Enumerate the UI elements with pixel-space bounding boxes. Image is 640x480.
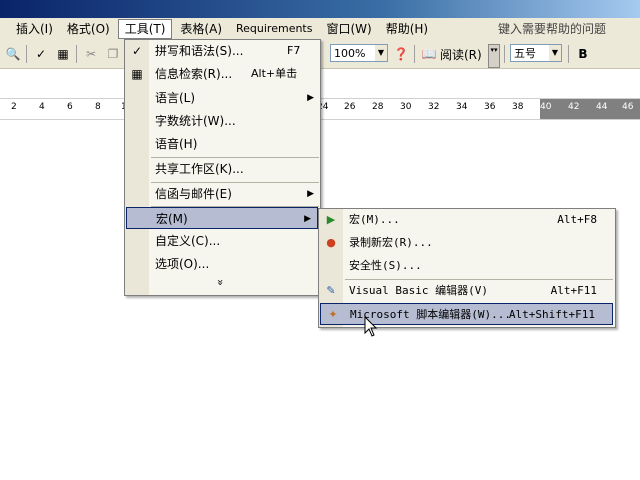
ruler-tick: 8 bbox=[95, 102, 101, 112]
ruler-tick: 26 bbox=[344, 102, 356, 112]
menu-item-label: 自定义(C)... bbox=[155, 234, 221, 248]
menu-item-label: 拼写和语法(S)... bbox=[155, 44, 244, 58]
menu-insert[interactable]: 插入(I) bbox=[10, 19, 59, 39]
menu-item-shared-workspace[interactable]: 共享工作区(K)... bbox=[125, 158, 320, 180]
font-size-select[interactable]: 五号 ▼ bbox=[510, 44, 562, 62]
menu-item-options[interactable]: 选项(O)... bbox=[125, 253, 320, 275]
menu-item-label: 安全性(S)... bbox=[349, 259, 422, 272]
ruler-tick: 44 bbox=[596, 102, 608, 112]
menu-tools[interactable]: 工具(T) bbox=[117, 19, 173, 39]
play-icon: ▶ bbox=[326, 213, 336, 226]
menu-item-customize[interactable]: 自定义(C)... bbox=[125, 230, 320, 252]
menu-item-shortcut: Alt+Shift+F11 bbox=[508, 308, 595, 321]
record-icon: ● bbox=[326, 236, 336, 249]
ruler-tick: 28 bbox=[372, 102, 384, 112]
menu-item-shortcut: Alt+F11 bbox=[550, 284, 597, 297]
expand-menu-icon[interactable]: » bbox=[214, 279, 227, 286]
menu-item-spelling[interactable]: ✓ 拼写和语法(S)... F7 bbox=[125, 40, 320, 62]
ruler-tick: 32 bbox=[428, 102, 440, 112]
zoom-select[interactable]: 100% ▼ bbox=[330, 44, 388, 62]
submenu-arrow-icon: ▶ bbox=[307, 189, 314, 199]
macro-submenu: ▶ 宏(M)... Alt+F8 ● 录制新宏(R)... 安全性(S)... … bbox=[318, 208, 616, 328]
toolbar-separator bbox=[26, 45, 27, 63]
help-search-box[interactable]: 键入需要帮助的问题 bbox=[498, 20, 606, 37]
cut-icon[interactable]: ✂ bbox=[82, 45, 100, 63]
chevron-down-icon[interactable]: ▼ bbox=[549, 45, 561, 61]
copy-icon[interactable]: ❐ bbox=[104, 45, 122, 63]
menu-item-label: 选项(O)... bbox=[155, 257, 210, 271]
read-mode-button[interactable]: 阅读(R) bbox=[440, 46, 482, 63]
ruler-tick: 2 bbox=[11, 102, 17, 112]
script-editor-icon: ✦ bbox=[328, 308, 338, 321]
ruler-tick: 46 bbox=[622, 102, 634, 112]
spell-check-icon: ✓ bbox=[131, 44, 143, 58]
font-size-value: 五号 bbox=[514, 47, 536, 60]
spell-check-icon[interactable]: ✓ bbox=[32, 45, 50, 63]
tools-menu: ✓ 拼写和语法(S)... F7 ▦ 信息检索(R)... Alt+单击 语言(… bbox=[124, 39, 321, 296]
ruler-tick: 36 bbox=[484, 102, 496, 112]
read-mode-icon[interactable]: 📖 bbox=[420, 45, 438, 63]
toolbar-separator bbox=[568, 45, 569, 63]
menu-item-label: 语音(H) bbox=[155, 137, 198, 151]
ruler-tick: 6 bbox=[67, 102, 73, 112]
menu-item-research[interactable]: ▦ 信息检索(R)... Alt+单击 bbox=[125, 63, 320, 85]
menu-item-label: 宏(M) bbox=[156, 212, 188, 226]
menu-item-label: 字数统计(W)... bbox=[155, 114, 236, 128]
ruler-tick: 34 bbox=[456, 102, 468, 112]
ruler-tick: 38 bbox=[512, 102, 524, 112]
submenu-arrow-icon: ▶ bbox=[307, 93, 314, 103]
title-bar bbox=[0, 0, 640, 18]
menu-format[interactable]: 格式(O) bbox=[61, 19, 116, 39]
toolbar-options-icon[interactable]: ▾▾ bbox=[488, 44, 500, 68]
submenu-item-security[interactable]: 安全性(S)... bbox=[319, 255, 615, 277]
ruler-tick: 42 bbox=[568, 102, 580, 112]
menu-help[interactable]: 帮助(H) bbox=[380, 19, 434, 39]
menu-item-shortcut: F7 bbox=[287, 44, 301, 57]
ruler-tick: 4 bbox=[39, 102, 45, 112]
menu-requirements[interactable]: Requirements bbox=[230, 19, 318, 39]
submenu-item-macros[interactable]: ▶ 宏(M)... Alt+F8 bbox=[319, 209, 615, 231]
menu-item-label: Visual Basic 编辑器(V) bbox=[349, 284, 488, 297]
menu-item-label: 信息检索(R)... bbox=[155, 67, 233, 81]
submenu-item-record-macro[interactable]: ● 录制新宏(R)... bbox=[319, 232, 615, 254]
vb-editor-icon: ✎ bbox=[326, 284, 336, 297]
submenu-item-vb-editor[interactable]: ✎ Visual Basic 编辑器(V) Alt+F11 bbox=[319, 280, 615, 302]
research-icon: ▦ bbox=[131, 67, 143, 81]
menu-item-letters-mailings[interactable]: 信函与邮件(E) ▶ bbox=[125, 183, 320, 205]
menu-item-label: 共享工作区(K)... bbox=[155, 162, 244, 176]
toolbar-separator bbox=[504, 45, 505, 63]
menu-item-language[interactable]: 语言(L) ▶ bbox=[125, 87, 320, 109]
ruler-tick: 30 bbox=[400, 102, 412, 112]
menu-item-shortcut: Alt+F8 bbox=[557, 213, 597, 226]
mouse-cursor-icon bbox=[364, 316, 378, 337]
menu-item-label: 录制新宏(R)... bbox=[349, 236, 433, 249]
menu-item-speech[interactable]: 语音(H) bbox=[125, 133, 320, 155]
menu-item-macro[interactable]: 宏(M) ▶ bbox=[126, 207, 318, 229]
menu-item-word-count[interactable]: 字数统计(W)... bbox=[125, 110, 320, 132]
menu-item-shortcut: Alt+单击 bbox=[251, 67, 298, 80]
menu-item-label: 宏(M)... bbox=[349, 213, 400, 226]
zoom-value: 100% bbox=[334, 47, 366, 60]
menu-item-label: 信函与邮件(E) bbox=[155, 187, 232, 201]
research-icon[interactable]: ▦ bbox=[54, 45, 72, 63]
bold-button[interactable]: B bbox=[574, 45, 592, 63]
toolbar-separator bbox=[76, 45, 77, 63]
ruler-tick: 40 bbox=[540, 102, 552, 112]
submenu-arrow-icon: ▶ bbox=[304, 214, 311, 224]
print-preview-icon[interactable]: 🔍 bbox=[4, 45, 22, 63]
help-icon[interactable]: ❓ bbox=[392, 45, 410, 63]
menu-table[interactable]: 表格(A) bbox=[174, 19, 228, 39]
toolbar-separator bbox=[414, 45, 415, 63]
menu-item-label: 语言(L) bbox=[155, 91, 196, 105]
chevron-down-icon[interactable]: ▼ bbox=[375, 45, 387, 61]
menu-window[interactable]: 窗口(W) bbox=[320, 19, 377, 39]
